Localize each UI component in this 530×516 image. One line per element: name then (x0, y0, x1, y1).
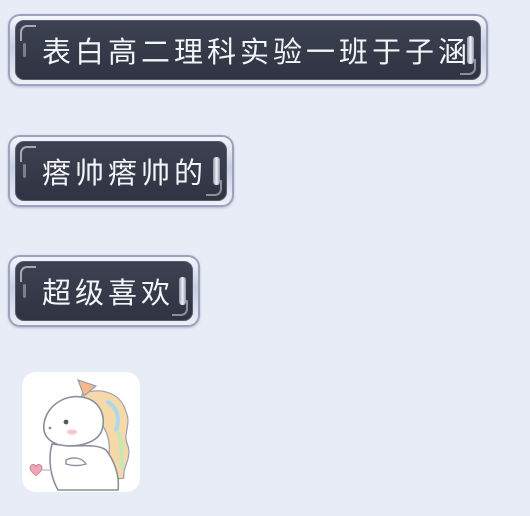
bubble-left-highlight (23, 43, 26, 57)
message-bubble[interactable]: 瘩帅瘩帅的 (8, 135, 234, 207)
bubble-side-knob (179, 277, 186, 305)
message-bubble-body: 超级喜欢 (15, 261, 193, 321)
message-bubble-body: 瘩帅瘩帅的 (15, 141, 227, 201)
bubble-left-highlight (23, 164, 26, 178)
sticker-message[interactable] (22, 372, 140, 492)
message-text: 表白高二理科实验一班于子涵 (42, 35, 472, 69)
message-text: 瘩帅瘩帅的 (42, 156, 208, 190)
bubble-side-knob (467, 36, 474, 64)
message-bubble[interactable]: 超级喜欢 (8, 255, 200, 327)
message-bubble-body: 表白高二理科实验一班于子涵 (15, 20, 481, 80)
message-text: 超级喜欢 (42, 276, 175, 310)
bubble-left-highlight (23, 284, 26, 298)
unicorn-sticker-icon (29, 379, 130, 491)
message-bubble[interactable]: 表白高二理科实验一班于子涵 (8, 14, 488, 86)
bubble-side-knob (213, 157, 220, 185)
